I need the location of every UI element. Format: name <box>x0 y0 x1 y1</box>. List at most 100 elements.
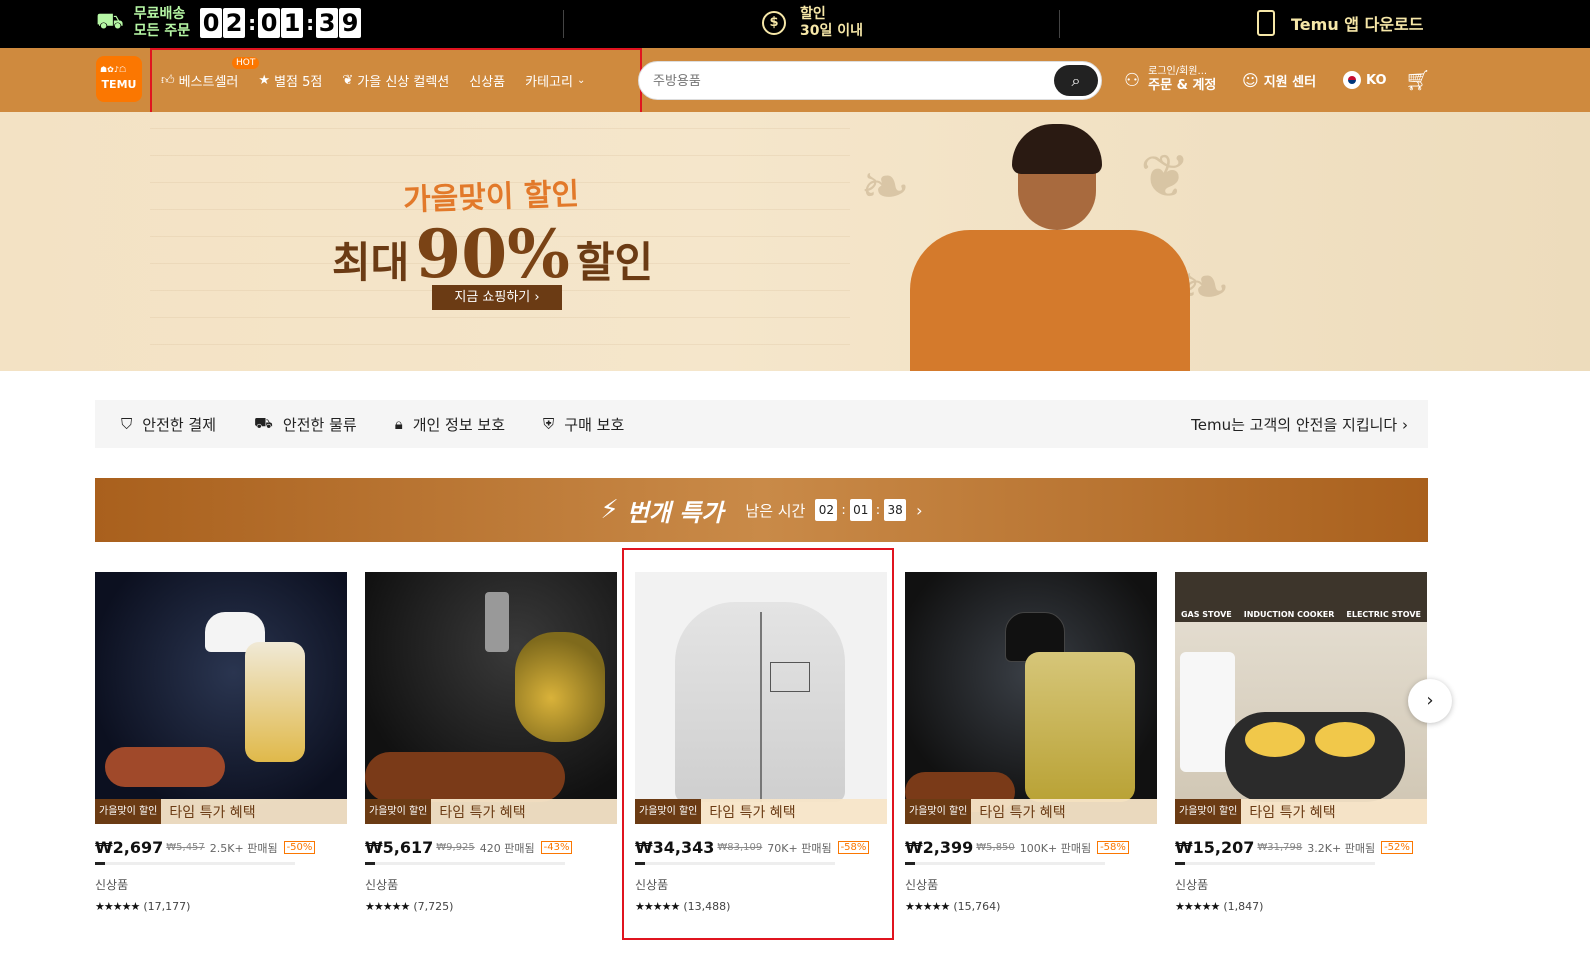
sales-progress-fill <box>95 862 105 865</box>
language-label: KO <box>1366 72 1387 88</box>
product-image[interactable]: 가을맞이 할인 타임 특가 혜택 <box>905 572 1157 824</box>
rating: ★★★★★ (7,725) <box>365 900 617 913</box>
sold-count: 100K+ 판매됨 <box>1019 841 1092 855</box>
trust-secure-payment[interactable]: ⛉ 안전한 결제 <box>121 414 216 435</box>
review-count: (1,847) <box>1223 900 1264 913</box>
flash-colon: : <box>875 502 881 518</box>
flash-seconds: 38 <box>884 499 907 521</box>
trust-safety-link[interactable]: Temu는 고객의 안전을 지킵니다 › <box>1191 414 1408 435</box>
trust-purchase-protection[interactable]: ⛨ 구매 보호 <box>543 414 624 435</box>
discount-line1: 할인 <box>800 6 826 22</box>
product-card[interactable]: GAS STOVE INDUCTION COOKER ELECTRIC STOV… <box>1175 572 1427 913</box>
product-price: ₩2,399 <box>905 838 974 857</box>
promo-topbar: ⛟ 무료배송 모든 주문 0 2 : 0 1 : 3 9 $ 할인 30일 이내… <box>0 0 1590 48</box>
banner-percent: 90% <box>415 215 570 293</box>
shield-icon: ⛨ <box>543 415 555 433</box>
timer-digit: 2 <box>223 8 246 38</box>
discount-badge: -52% <box>1381 841 1413 854</box>
product-tag-bar: 가을맞이 할인 타임 특가 혜택 <box>365 799 617 824</box>
account-small-label: 로그인/회원... <box>1148 66 1208 77</box>
review-count: (15,764) <box>953 900 1001 913</box>
chat-icon: ☺ <box>1242 70 1259 90</box>
new-label: 신상품 <box>365 878 399 892</box>
rating: ★★★★★ (15,764) <box>905 900 1157 913</box>
sales-progress-fill <box>1175 862 1185 865</box>
trust-label: 개인 정보 보호 <box>412 415 506 434</box>
sales-progress-fill <box>905 862 915 865</box>
search-bar[interactable]: ⌕ <box>638 61 1102 100</box>
image-label: ELECTRIC STOVE <box>1346 610 1421 619</box>
time-deal-tag: 타임 특가 혜택 <box>169 804 256 821</box>
timer-digit: 0 <box>200 8 223 38</box>
discount-badge: -43% <box>540 841 573 854</box>
sold-count: 2.5K+ 판매됨 <box>209 841 278 855</box>
discount-line2: 30일 이내 <box>800 23 863 39</box>
cart-icon: 🛒︎ <box>1405 68 1431 92</box>
trust-bar: ⛉ 안전한 결제 ⛟ 안전한 물류 🔒︎ 개인 정보 보호 ⛨ 구매 보호 Te… <box>95 400 1428 448</box>
product-tag-bar: 가을맞이 할인 타임 특가 혜택 <box>905 799 1157 824</box>
product-image[interactable]: GAS STOVE INDUCTION COOKER ELECTRIC STOV… <box>1175 572 1427 824</box>
flash-colon: : <box>841 502 846 518</box>
support-label: 지원 센터 <box>1263 74 1317 90</box>
flash-sale-banner[interactable]: ⚡︎ 번개 특가 남은 시간 02 : 01 : 38 › <box>95 478 1428 542</box>
logo-icon: ☗✿♪☖ <box>100 65 127 74</box>
divider <box>1059 10 1060 38</box>
chevron-right-icon: › <box>916 500 923 520</box>
sales-progress-fill <box>365 862 375 865</box>
original-price: ₩5,850 <box>976 842 1015 853</box>
coin-icon: $ <box>762 11 786 35</box>
star-rating-icon: ★★★★★ <box>95 900 140 913</box>
model-image <box>900 124 1200 371</box>
truck-icon: ⛟ <box>254 414 273 432</box>
divider <box>563 10 564 38</box>
timer-colon: : <box>248 11 257 35</box>
product-price: ₩5,617 <box>365 838 434 857</box>
phone-icon <box>1257 10 1275 36</box>
sweater-shape <box>910 230 1190 371</box>
star-rating-icon: ★★★★★ <box>1175 900 1220 913</box>
truck-icon: ⛟ <box>96 9 124 34</box>
trust-label: 안전한 결제 <box>142 415 217 434</box>
timer-colon: : <box>306 11 315 35</box>
trust-secure-logistics[interactable]: ⛟ 안전한 물류 <box>254 414 357 435</box>
carousel-next-button[interactable]: › <box>1408 679 1452 723</box>
discount-badge: -58% <box>1097 841 1129 854</box>
temu-logo[interactable]: ☗✿♪☖ TEMU <box>96 56 142 102</box>
autumn-sale-tag: 가을맞이 할인 <box>905 799 972 824</box>
time-left-label: 남은 시간 <box>745 501 806 520</box>
discount-promo[interactable]: $ 할인 30일 이내 <box>762 6 863 40</box>
time-deal-tag: 타임 특가 혜택 <box>439 804 526 821</box>
review-count: (7,725) <box>413 900 454 913</box>
lightning-icon: ⚡︎ <box>600 495 619 525</box>
search-icon: ⌕ <box>1071 71 1081 90</box>
search-button[interactable]: ⌕ <box>1054 65 1098 96</box>
sales-progress-bar <box>1175 862 1375 865</box>
korea-flag-icon <box>1343 71 1361 89</box>
original-price: ₩9,925 <box>436 842 475 853</box>
trust-privacy[interactable]: 🔒︎ 개인 정보 보호 <box>395 414 505 435</box>
app-download-link[interactable]: Temu 앱 다운로드 <box>1257 10 1423 36</box>
cart-button[interactable]: 🛒︎ <box>1405 48 1430 112</box>
product-card[interactable]: 가을맞이 할인 타임 특가 혜택 ₩2,697 ₩5,457 2.5K+ 판매됨… <box>95 572 347 913</box>
product-tag-bar: 가을맞이 할인 타임 특가 혜택 <box>1175 799 1427 824</box>
product-card[interactable]: 가을맞이 할인 타임 특가 혜택 ₩5,617 ₩9,925 420 판매됨 -… <box>365 572 617 913</box>
search-input[interactable] <box>653 70 1033 92</box>
star-rating-icon: ★★★★★ <box>365 900 410 913</box>
banner-subtitle: 가을맞이 할인 <box>402 176 580 219</box>
free-shipping-line1: 무료배송 <box>133 6 186 22</box>
free-shipping-promo[interactable]: ⛟ 무료배송 모든 주문 0 2 : 0 1 : 3 9 <box>96 6 362 40</box>
user-icon: ⚇ <box>1124 69 1141 91</box>
star-rating-icon: ★★★★★ <box>905 900 950 913</box>
free-shipping-line2: 모든 주문 <box>133 23 191 39</box>
shield-check-icon: ⛉ <box>121 415 133 433</box>
support-center-link[interactable]: ☺ 지원 센터 <box>1242 48 1316 112</box>
rating: ★★★★★ (1,847) <box>1175 900 1427 913</box>
account-menu[interactable]: ⚇ 로그인/회원... 주문 & 계정 <box>1124 48 1216 112</box>
hero-banner[interactable]: ❧ ❦ ❧ 가을맞이 할인 최대 90% 할인 지금 쇼핑하기 › <box>0 112 1590 371</box>
shop-now-button[interactable]: 지금 쇼핑하기 › <box>432 285 562 310</box>
product-image[interactable]: 가을맞이 할인 타임 특가 혜택 <box>95 572 347 824</box>
language-selector[interactable]: KO <box>1343 48 1387 112</box>
product-image[interactable]: 가을맞이 할인 타임 특가 혜택 <box>365 572 617 824</box>
product-card[interactable]: 가을맞이 할인 타임 특가 혜택 ₩2,399 ₩5,850 100K+ 판매됨… <box>905 572 1157 913</box>
original-price: ₩31,798 <box>1257 842 1303 853</box>
